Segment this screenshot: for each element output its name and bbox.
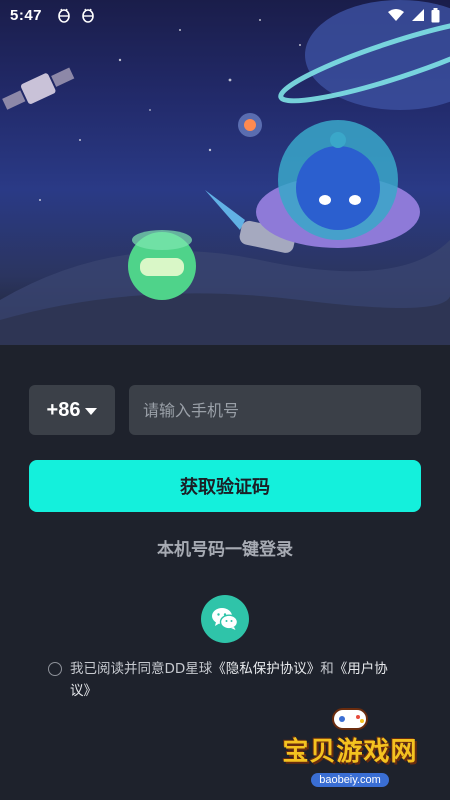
notification-icons (56, 7, 96, 23)
country-code-selector[interactable]: +86 (29, 385, 115, 435)
astronaut-mascot-icon (256, 120, 420, 248)
watermark-text: 宝贝游戏网 (282, 737, 418, 767)
one-key-login-link[interactable]: 本机号码一键登录 (0, 535, 450, 560)
country-code-value: +86 (46, 398, 81, 421)
satellite-icon (2, 67, 75, 110)
bug-icon (82, 8, 94, 23)
gamepad-icon (332, 708, 368, 730)
caret-down-icon (85, 407, 98, 415)
signal-icon (412, 9, 424, 21)
agreement-row: 我已阅读并同意DD星球《隐私保护协议》和《用户协议》 (48, 658, 408, 702)
space-scene-image (0, 0, 450, 345)
get-verification-code-button[interactable]: 获取验证码 (29, 460, 421, 512)
small-probe-icon (238, 113, 262, 137)
wechat-login-button[interactable] (201, 595, 249, 643)
status-icons (387, 7, 440, 23)
agreement-text: 我已阅读并同意DD星球《隐私保护协议》和《用户协议》 (48, 658, 408, 702)
agreement-prefix: 我已阅读并同意DD星球 (70, 661, 213, 677)
watermark-url: baobeiy.com (311, 773, 389, 787)
robot-icon (128, 230, 196, 300)
battery-icon (431, 7, 440, 22)
agreement-checkbox[interactable] (48, 662, 62, 676)
status-time: 5:47 (10, 6, 43, 24)
agreement-and: 和 (320, 661, 334, 677)
phone-number-input[interactable] (129, 385, 421, 435)
hero-illustration (0, 0, 450, 345)
wifi-icon (388, 9, 404, 21)
bug-icon (58, 8, 70, 23)
status-bar: 5:47 (0, 0, 450, 30)
watermark-logo: 宝贝游戏网 baobeiy.com (275, 703, 425, 787)
privacy-agreement-link[interactable]: 《隐私保护协议》 (212, 661, 320, 677)
wechat-icon (212, 608, 239, 630)
